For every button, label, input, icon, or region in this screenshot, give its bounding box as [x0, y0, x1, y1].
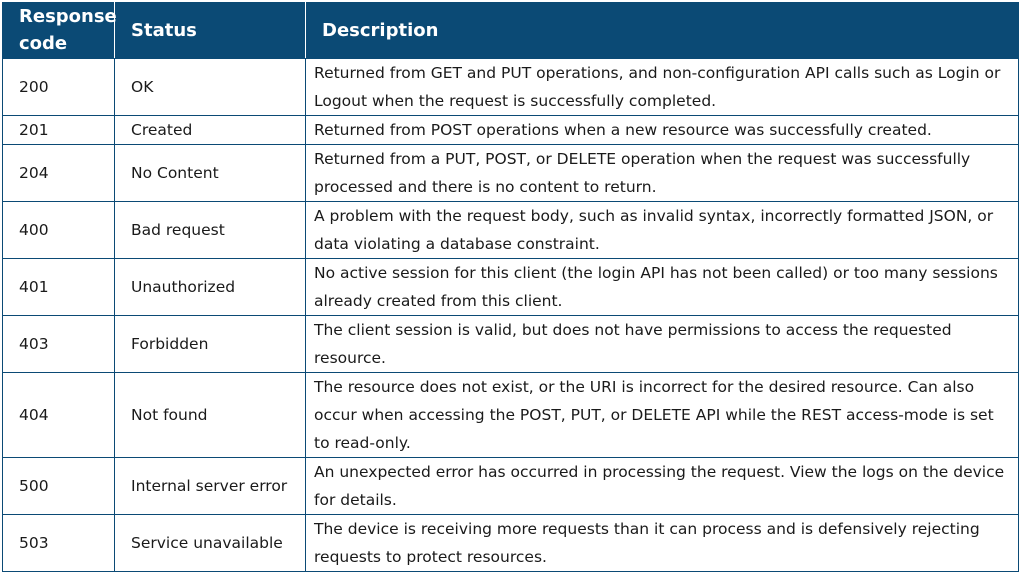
code-cell: 503: [2, 514, 115, 572]
code-cell: 403: [2, 315, 115, 373]
code-cell: 400: [2, 201, 115, 259]
status-cell: Internal server error: [114, 457, 306, 515]
status-cell: Unauthorized: [114, 258, 306, 316]
table-row: 200 OK Returned from GET and PUT operati…: [2, 58, 1019, 116]
description-cell: The device is receiving more requests th…: [305, 514, 1019, 572]
table-row: 401 Unauthorized No active session for t…: [2, 258, 1019, 316]
status-cell: Bad request: [114, 201, 306, 259]
response-codes-table: Response code Status Description 200 OK …: [2, 2, 1019, 572]
status-cell: Not found: [114, 372, 306, 458]
status-cell: No Content: [114, 144, 306, 202]
table-row: 201 Created Returned from POST operation…: [2, 115, 1019, 145]
table-row: 500 Internal server error An unexpected …: [2, 457, 1019, 515]
table-row: 503 Service unavailable The device is re…: [2, 514, 1019, 572]
description-cell: Returned from GET and PUT operations, an…: [305, 58, 1019, 116]
status-cell: Created: [114, 115, 306, 145]
description-cell: No active session for this client (the l…: [305, 258, 1019, 316]
description-cell: An unexpected error has occurred in proc…: [305, 457, 1019, 515]
description-cell: A problem with the request body, such as…: [305, 201, 1019, 259]
description-cell: Returned from a PUT, POST, or DELETE ope…: [305, 144, 1019, 202]
code-cell: 500: [2, 457, 115, 515]
header-status: Status: [114, 2, 306, 59]
status-cell: Service unavailable: [114, 514, 306, 572]
code-cell: 200: [2, 58, 115, 116]
description-cell: The resource does not exist, or the URI …: [305, 372, 1019, 458]
description-cell: The client session is valid, but does no…: [305, 315, 1019, 373]
status-cell: Forbidden: [114, 315, 306, 373]
code-cell: 204: [2, 144, 115, 202]
table-header-row: Response code Status Description: [2, 2, 1019, 59]
code-cell: 404: [2, 372, 115, 458]
header-response-code: Response code: [2, 2, 117, 59]
description-cell: Returned from POST operations when a new…: [305, 115, 1019, 145]
header-description: Description: [305, 2, 1019, 59]
table-row: 400 Bad request A problem with the reque…: [2, 201, 1019, 259]
table-row: 204 No Content Returned from a PUT, POST…: [2, 144, 1019, 202]
status-cell: OK: [114, 58, 306, 116]
table-row: 404 Not found The resource does not exis…: [2, 372, 1019, 458]
code-cell: 401: [2, 258, 115, 316]
table-row: 403 Forbidden The client session is vali…: [2, 315, 1019, 373]
code-cell: 201: [2, 115, 115, 145]
